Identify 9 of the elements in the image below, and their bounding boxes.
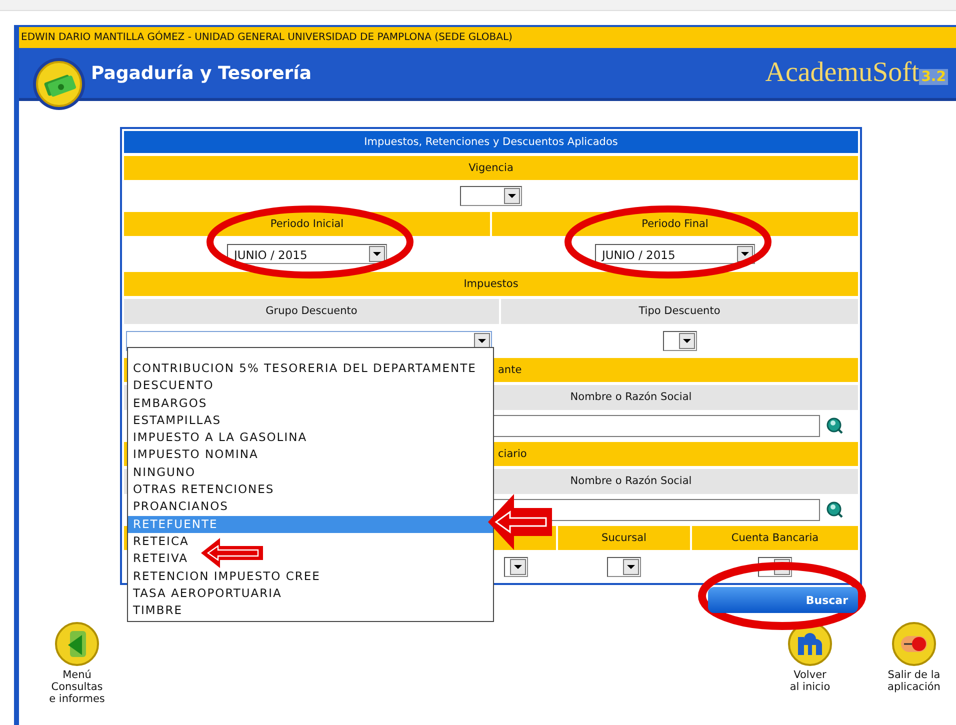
column-header: Tipo Descuento (501, 299, 858, 324)
app-title: Pagaduría y Tesorería (91, 62, 312, 84)
section-header: Impuestos (124, 272, 858, 296)
column-header: Grupo Descuento (124, 299, 499, 324)
user-bar: EDWIN DARIO MANTILLA GÓMEZ - UNIDAD GENERAL UNIVERSIDAD DE PAMPLONA (SEDE GLOBAL) (19, 25, 956, 48)
section-header: Vigencia (124, 156, 858, 180)
form-title: Impuestos, Retenciones y Descuentos Aplicados (124, 131, 858, 153)
column-header: Sucursal (558, 526, 690, 550)
column-header: Cuenta Bancaria (692, 526, 858, 550)
